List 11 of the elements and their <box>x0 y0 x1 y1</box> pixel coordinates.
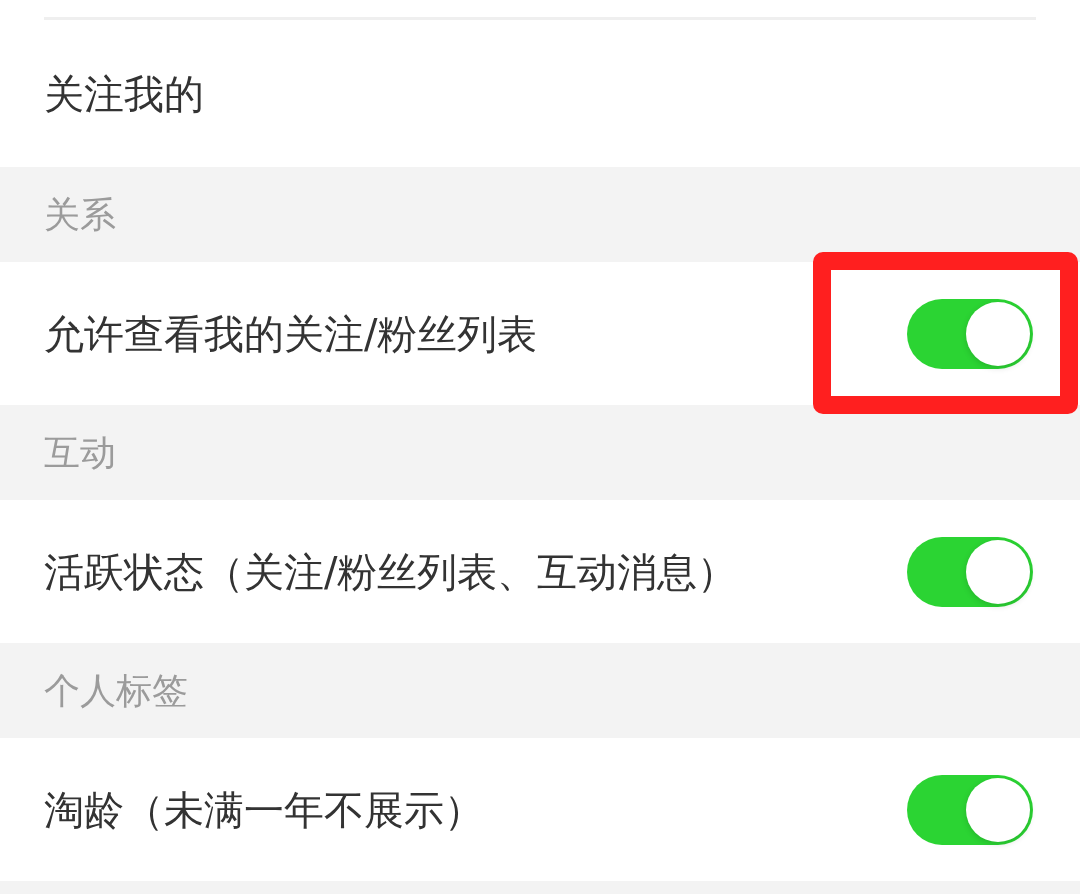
section-header: 关系 <box>44 192 116 237</box>
settings-row[interactable]: 关注我的 <box>0 20 1080 167</box>
settings-row[interactable]: 活跃状态（关注/粉丝列表、互动消息） <box>0 500 1080 643</box>
row-label: 淘龄（未满一年不展示） <box>44 785 484 835</box>
settings-row[interactable]: 允许查看我的关注/粉丝列表 <box>0 262 1080 405</box>
row-label: 允许查看我的关注/粉丝列表 <box>44 309 538 359</box>
row-label: 关注我的 <box>44 69 204 119</box>
section-header: 个人标签 <box>44 668 188 713</box>
section-header: 互动 <box>44 430 116 475</box>
settings-row[interactable]: 淘龄（未满一年不展示） <box>0 738 1080 881</box>
row-label: 活跃状态（关注/粉丝列表、互动消息） <box>44 547 738 597</box>
